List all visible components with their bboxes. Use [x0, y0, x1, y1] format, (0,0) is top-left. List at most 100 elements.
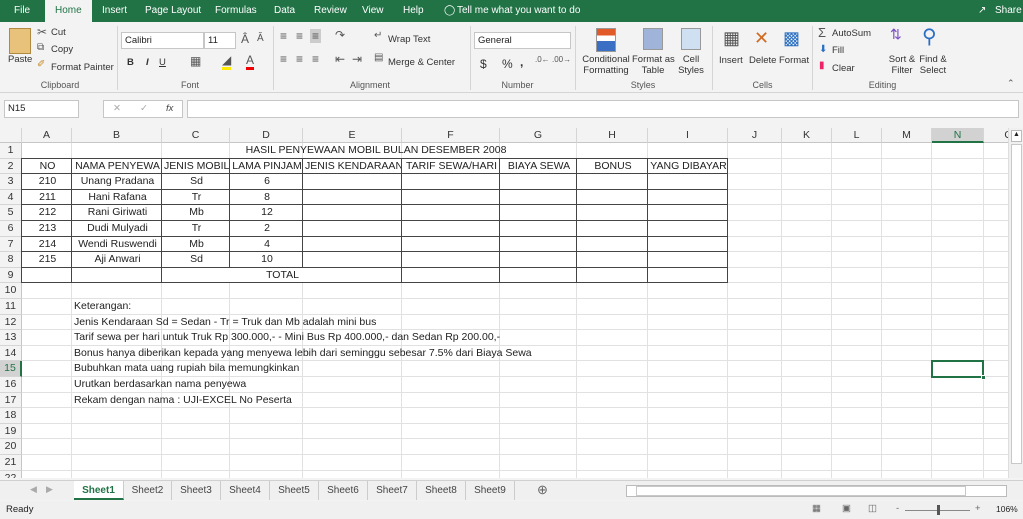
data-cell[interactable]: Hani Rafana — [71, 188, 162, 206]
data-cell[interactable]: Aji Anwari — [71, 251, 162, 268]
note-text[interactable]: Bubuhkan mata uang rupiah bila memungkin… — [74, 361, 299, 377]
sheet-tab-sheet6[interactable]: Sheet6 — [319, 481, 368, 500]
collapse-ribbon-icon[interactable]: ⌃ — [1007, 78, 1015, 89]
data-cell[interactable]: 215 — [21, 251, 72, 268]
header-cell[interactable]: BIAYA SEWA — [499, 157, 577, 175]
increase-font-icon[interactable]: Â — [241, 32, 249, 46]
sheet-tab-sheet4[interactable]: Sheet4 — [221, 481, 270, 500]
conditional-formatting-button[interactable]: Conditional Formatting — [582, 54, 630, 76]
data-cell[interactable] — [576, 220, 648, 237]
format-button[interactable]: Format — [779, 55, 809, 66]
formula-input[interactable] — [187, 100, 1019, 118]
header-cell[interactable]: NAMA PENYEWA — [71, 157, 162, 175]
data-cell[interactable]: Rani Giriwati — [71, 204, 162, 221]
data-cell[interactable] — [302, 251, 402, 268]
scroll-up-icon[interactable]: ▲ — [1011, 130, 1022, 142]
number-format-select[interactable]: General — [474, 32, 571, 49]
header-cell[interactable]: TARIF SEWA/HARI — [401, 157, 500, 175]
total-value-cell[interactable] — [499, 266, 577, 284]
align-middle-icon[interactable]: ≡ — [296, 29, 303, 43]
data-cell[interactable] — [499, 188, 577, 206]
data-cell[interactable] — [302, 188, 402, 206]
decrease-font-icon[interactable]: Ǎ — [257, 33, 264, 44]
row-header-6[interactable]: 6 — [0, 221, 22, 237]
horizontal-scroll-thumb[interactable] — [636, 486, 966, 496]
header-cell[interactable]: BONUS — [576, 157, 648, 175]
tab-view[interactable]: View — [362, 0, 384, 22]
row-header-5[interactable]: 5 — [0, 205, 22, 221]
font-size-select[interactable]: 11 — [204, 32, 236, 49]
sort-filter-button[interactable]: Sort & Filter — [886, 54, 918, 76]
data-cell[interactable]: Wendi Ruswendi — [71, 235, 162, 253]
data-cell[interactable] — [499, 173, 577, 190]
italic-button[interactable]: I — [146, 57, 149, 68]
data-cell[interactable]: Sd — [161, 173, 230, 190]
data-cell[interactable] — [401, 220, 500, 237]
copy-button[interactable]: Copy — [51, 44, 73, 55]
row-header-3[interactable]: 3 — [0, 174, 22, 190]
data-cell[interactable] — [499, 235, 577, 253]
tab-page-layout[interactable]: Page Layout — [145, 0, 201, 22]
data-cell[interactable] — [302, 204, 402, 221]
data-cell[interactable]: 211 — [21, 188, 72, 206]
comma-button[interactable]: , — [520, 55, 523, 69]
row-header-18[interactable]: 18 — [0, 408, 22, 424]
data-cell[interactable] — [576, 173, 648, 190]
header-cell[interactable]: LAMA PINJAM — [229, 157, 303, 175]
title-cell[interactable]: HASIL PENYEWAAN MOBIL BULAN DESEMBER 200… — [22, 143, 728, 159]
find-select-button[interactable]: Find & Select — [916, 54, 950, 76]
row-header-15[interactable]: 15 — [0, 361, 22, 377]
zoom-slider-thumb[interactable] — [937, 505, 940, 515]
data-cell[interactable]: Sd — [161, 251, 230, 268]
data-cell[interactable]: 214 — [21, 235, 72, 253]
data-cell[interactable]: Mb — [161, 235, 230, 253]
data-cell[interactable] — [576, 188, 648, 206]
zoom-level[interactable]: 106% — [996, 504, 1018, 514]
autosum-button[interactable]: AutoSum — [832, 28, 871, 39]
delete-button[interactable]: Delete — [749, 55, 776, 66]
row-header-22[interactable]: 22 — [0, 470, 22, 478]
tab-formulas[interactable]: Formulas — [215, 0, 257, 22]
page-break-view-icon[interactable]: ◫ — [868, 503, 877, 514]
worksheet-grid[interactable]: ABCDEFGHIJKLMNO1234567891011121314151617… — [0, 128, 1008, 478]
align-top-icon[interactable]: ≡ — [280, 29, 287, 43]
fill-button[interactable]: Fill — [832, 45, 844, 56]
decrease-decimal-icon[interactable]: .00→ — [552, 55, 571, 64]
note-text[interactable]: Keterangan: — [74, 299, 131, 315]
column-header-M[interactable]: M — [882, 128, 932, 143]
borders-icon[interactable]: ▦ — [190, 54, 201, 68]
data-cell[interactable] — [401, 173, 500, 190]
data-cell[interactable] — [576, 251, 648, 268]
sheet-tab-sheet1[interactable]: Sheet1 — [74, 481, 124, 500]
merge-center-button[interactable]: Merge & Center — [388, 57, 455, 68]
column-header-J[interactable]: J — [728, 128, 782, 143]
sheet-tab-sheet7[interactable]: Sheet7 — [368, 481, 417, 500]
data-cell[interactable] — [302, 173, 402, 190]
font-name-select[interactable]: Calibri — [121, 32, 204, 49]
vertical-scroll-thumb[interactable] — [1011, 144, 1022, 464]
page-layout-view-icon[interactable]: ▣ — [842, 503, 851, 514]
decrease-indent-icon[interactable]: ⇤ — [335, 52, 345, 66]
data-cell[interactable]: 212 — [21, 204, 72, 221]
data-cell[interactable]: 8 — [229, 188, 303, 206]
align-bottom-icon[interactable]: ≡ — [310, 29, 322, 43]
sheet-tab-sheet8[interactable]: Sheet8 — [417, 481, 466, 500]
tab-insert[interactable]: Insert — [102, 0, 127, 22]
enter-icon[interactable]: ✓ — [140, 101, 148, 116]
note-text[interactable]: Jenis Kendaraan Sd = Sedan - Tr = Truk d… — [74, 315, 376, 331]
row-header-11[interactable]: 11 — [0, 299, 22, 315]
row-header-19[interactable]: 19 — [0, 423, 22, 440]
underline-button[interactable]: U — [159, 57, 166, 68]
currency-button[interactable]: $ — [480, 57, 487, 71]
column-header-G[interactable]: G — [500, 128, 577, 143]
clear-button[interactable]: Clear — [832, 63, 855, 74]
row-header-13[interactable]: 13 — [0, 330, 22, 346]
new-sheet-button[interactable]: ⊕ — [537, 482, 548, 498]
horizontal-scrollbar[interactable] — [626, 485, 1007, 497]
data-cell[interactable] — [647, 251, 728, 268]
increase-decimal-icon[interactable]: .0← — [535, 55, 550, 64]
row-header-2[interactable]: 2 — [0, 158, 22, 175]
cancel-icon[interactable]: ✕ — [113, 101, 121, 116]
data-cell[interactable]: 2 — [229, 220, 303, 237]
fill-handle[interactable] — [981, 374, 986, 380]
